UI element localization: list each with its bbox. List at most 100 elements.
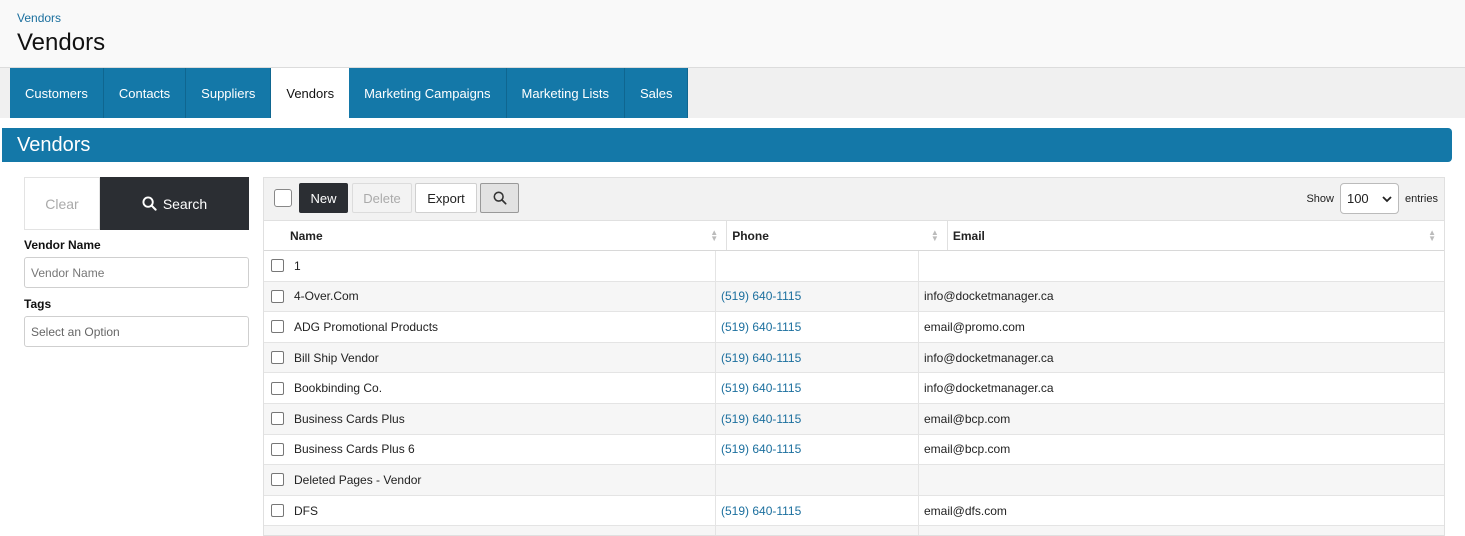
search-button-label: Search [162,195,208,212]
export-button[interactable]: Export [415,183,477,213]
table-body: 1 4-Over.Com (519) 640-1115 info@docketmana… [264,251,1444,535]
vendor-name-label: Vendor Name [24,238,101,252]
tab-contacts[interactable]: Contacts [103,68,187,118]
vendor-name-cell[interactable] [290,526,716,535]
tab-vendors[interactable]: Vendors [271,68,350,118]
row-checkbox-cell [264,373,290,403]
row-checkbox-cell [264,251,290,281]
vendor-phone-link[interactable]: (519) 640-1115 [716,312,919,342]
section-title: Vendors [17,134,91,156]
row-checkbox-cell [264,312,290,342]
clear-button[interactable]: Clear [24,177,100,230]
column-header-phone[interactable]: Phone ▲ ▼ [727,221,948,250]
vendor-phone-link[interactable]: (519) 640-1115 [716,403,919,434]
vendor-name-cell[interactable]: ADG Promotional Products [290,312,716,342]
tabs: Customers Contacts Suppliers Vendors Marketi… [10,68,689,118]
tags-label: Tags [24,297,52,311]
table-row[interactable]: ADG Promotional Products (519) 640-1115 em… [264,312,1444,343]
row-checkbox[interactable] [270,504,284,518]
tab-customers[interactable]: Customers [10,68,104,118]
header-check-spacer [264,221,284,250]
row-checkbox[interactable] [270,320,284,334]
row-checkbox[interactable] [270,351,284,365]
tab-bar: Customers Contacts Suppliers Vendors Marketi… [0,68,1465,118]
tab-sales[interactable]: Sales [624,68,689,118]
vendor-email-cell: info@docketmanager.ca [924,350,1054,365]
table-row[interactable]: Business Cards Plus 6 (519) 640-1115 email… [264,434,1444,466]
vendor-email-cell: email@bcp.com [924,442,1011,457]
entries-label: entries [1404,192,1438,205]
vendor-name-cell[interactable]: 1 [290,251,716,281]
table-row[interactable]: 1 [264,251,1444,282]
vendor-phone-link[interactable]: (519) 640-1115 [716,495,919,526]
row-checkbox-cell [264,404,290,434]
toggle-search-button[interactable] [480,183,519,213]
column-header-label: Email [952,228,985,243]
vendor-phone-link[interactable]: (519) 640-1115 [716,281,919,312]
column-header-label: Phone [732,228,769,243]
vendor-phone-link[interactable]: (519) 640-1115 [716,373,919,403]
vendor-email-cell [919,465,1444,495]
table-row[interactable]: Bookbinding Co. (519) 640-1115 info@docket… [264,373,1444,404]
row-checkbox-cell [264,435,290,465]
sort-icon: ▲ ▼ [710,228,719,243]
row-checkbox-cell [264,343,290,373]
vendor-phone-link[interactable]: (519) 640-1115 [716,434,919,465]
vendor-name-cell[interactable]: 4-Over.Com [290,281,716,312]
row-checkbox[interactable] [270,442,284,456]
vendor-email-cell: info@docketmanager.ca [924,289,1054,304]
row-checkbox[interactable] [270,259,284,273]
page-title: Vendors [17,29,106,56]
tab-suppliers[interactable]: Suppliers [186,68,272,118]
sort-icon: ▲ ▼ [930,228,939,243]
breadcrumb-vendors[interactable]: Vendors [17,11,61,25]
row-checkbox-cell [264,496,290,526]
vendor-email-cell: email@bcp.com [924,411,1011,426]
table-row[interactable]: Bill Ship Vendor (519) 640-1115 info@docke… [264,342,1444,374]
table-row[interactable]: Business Cards Plus (519) 640-1115 email@b… [264,403,1444,435]
vendor-email-cell [919,526,1444,535]
new-button[interactable]: New [299,183,348,213]
table-header: Name ▲ ▼ Phone ▲ ▼ Email ▲ ▼ [264,221,1444,251]
row-checkbox[interactable] [270,473,284,487]
tab-marketing-lists[interactable]: Marketing Lists [506,68,625,118]
vendor-name-cell[interactable]: DFS [290,495,716,526]
vendor-name-cell[interactable]: Business Cards Plus [290,403,716,434]
column-header-name[interactable]: Name ▲ ▼ [284,221,728,250]
column-header-email[interactable]: Email ▲ ▼ [948,221,1444,250]
row-checkbox-cell [264,526,290,535]
delete-button[interactable]: Delete [352,183,412,213]
chevron-down-icon [1382,195,1392,202]
row-checkbox[interactable] [270,412,284,426]
select-all-checkbox[interactable] [274,189,292,207]
tags-select[interactable]: Select an Option [24,316,249,347]
sort-icon: ▲ ▼ [1428,228,1436,243]
table-row[interactable]: DFS (519) 640-1115 email@dfs.com [264,495,1444,527]
row-checkbox-cell [264,465,290,495]
vendor-phone-link[interactable] [716,526,919,535]
search-button[interactable]: Search [100,177,249,230]
vendor-email-cell: email@dfs.com [924,503,1007,518]
vendor-name-cell[interactable]: Business Cards Plus 6 [290,434,716,465]
vendor-name-cell[interactable]: Bookbinding Co. [290,373,716,403]
search-icon [142,196,157,211]
vendor-name-input[interactable] [24,257,249,288]
row-checkbox[interactable] [270,289,284,303]
vendor-phone-link[interactable]: (519) 640-1115 [716,342,919,373]
row-checkbox[interactable] [270,381,284,395]
table-row[interactable] [264,526,1444,535]
table-row[interactable]: Deleted Pages - Vendor [264,465,1444,496]
tab-marketing-campaigns[interactable]: Marketing Campaigns [349,68,507,118]
vendor-phone-link[interactable] [716,251,919,281]
table-row[interactable]: 4-Over.Com (519) 640-1115 info@docketmanag… [264,281,1444,313]
vendors-grid: New Delete Export Show 100 entries Name … [263,177,1445,536]
vendor-name-cell[interactable]: Deleted Pages - Vendor [290,465,716,495]
search-icon [493,191,507,205]
page-length-select[interactable]: 100 [1339,183,1399,214]
filter-panel: Clear Search Vendor Name Tags Select an … [24,177,249,347]
section-header: Vendors [2,128,1452,162]
vendor-phone-link[interactable] [716,465,919,495]
column-header-label: Name [289,228,323,243]
vendor-name-cell[interactable]: Bill Ship Vendor [290,342,716,373]
page-length-control: Show 100 entries [1306,183,1438,214]
